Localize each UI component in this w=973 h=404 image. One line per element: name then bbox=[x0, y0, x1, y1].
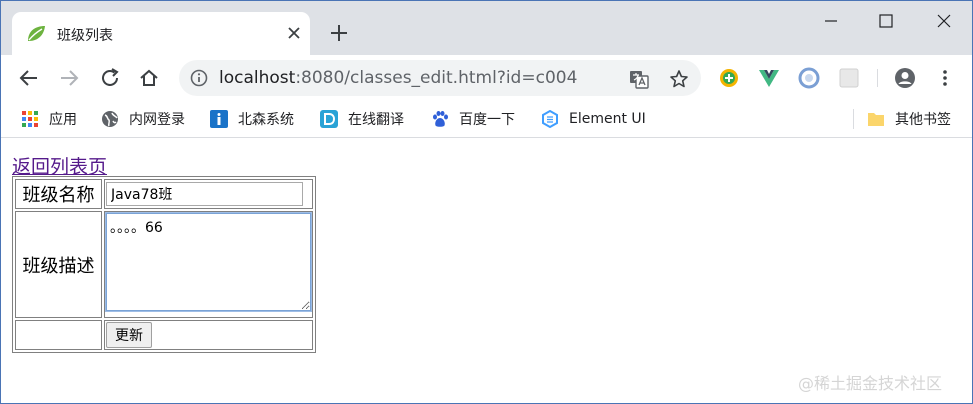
close-icon[interactable] bbox=[284, 23, 304, 43]
submit-cell: 更新 bbox=[104, 320, 313, 350]
profile-avatar-icon[interactable] bbox=[894, 67, 916, 89]
bookmark-label: 在线翻译 bbox=[348, 112, 404, 128]
bookmark-label: 百度一下 bbox=[459, 112, 515, 128]
bookmark-intranet-login[interactable]: 内网登录 bbox=[101, 108, 185, 130]
home-icon[interactable] bbox=[138, 67, 160, 89]
bookmark-label: 其他书签 bbox=[895, 112, 951, 128]
watermark: @稀土掘金技术社区 bbox=[798, 374, 943, 393]
bookmarks-divider bbox=[853, 109, 854, 129]
browser-tab[interactable]: 班级列表 bbox=[12, 12, 310, 55]
empty-cell bbox=[15, 320, 102, 350]
url-host: localhost bbox=[219, 68, 296, 88]
bookmark-online-translate[interactable]: 在线翻译 bbox=[320, 108, 404, 130]
paw-icon bbox=[433, 111, 448, 127]
bookmark-label: 内网登录 bbox=[129, 112, 185, 128]
back-arrow-icon[interactable] bbox=[18, 67, 40, 89]
bookmark-baidu[interactable]: 百度一下 bbox=[431, 108, 515, 130]
tab-strip: 班级列表 bbox=[1, 1, 972, 55]
browser-window: 班级列表 localhost:8080/classes_edit.html?id… bbox=[0, 0, 973, 404]
swirl-extension-icon[interactable] bbox=[798, 67, 820, 89]
class-name-label: 班级名称 bbox=[15, 179, 102, 209]
page-content: 返回列表页 班级名称 班级描述 。。。。66 更新 @稀土掘金技术社 bbox=[1, 138, 972, 403]
class-desc-textarea[interactable]: 。。。。66 bbox=[105, 212, 312, 312]
tab-title: 班级列表 bbox=[57, 28, 113, 44]
url-text: localhost:8080/classes_edit.html?id=c004 bbox=[219, 68, 577, 88]
translate-icon[interactable] bbox=[629, 69, 649, 89]
class-name-input[interactable] bbox=[106, 182, 303, 206]
spring-leaf-icon bbox=[28, 26, 45, 41]
update-button[interactable]: 更新 bbox=[106, 322, 152, 348]
form-row-desc: 班级描述 。。。。66 bbox=[15, 211, 313, 318]
url-path: :8080/classes_edit.html?id=c004 bbox=[295, 68, 578, 88]
bookmark-label: 北森系统 bbox=[238, 112, 294, 128]
new-tab-icon[interactable] bbox=[328, 22, 350, 44]
class-desc-label: 班级描述 bbox=[15, 211, 102, 318]
extension-plus-icon[interactable] bbox=[718, 67, 740, 89]
maximize-icon[interactable] bbox=[876, 11, 896, 31]
back-to-list-link[interactable]: 返回列表页 bbox=[12, 152, 107, 179]
folder-icon bbox=[868, 113, 884, 126]
toolbar-divider bbox=[877, 69, 878, 87]
bookmark-label: 应用 bbox=[49, 112, 77, 128]
menu-dots-icon[interactable] bbox=[934, 67, 956, 89]
bookmark-label: Element UI bbox=[569, 111, 646, 127]
puzzle-extension-icon[interactable] bbox=[838, 67, 860, 89]
reload-icon[interactable] bbox=[99, 67, 121, 89]
browser-toolbar: localhost:8080/classes_edit.html?id=c004 bbox=[1, 55, 972, 101]
apps-grid-icon bbox=[22, 111, 38, 127]
class-desc-cell: 。。。。66 bbox=[104, 211, 313, 318]
address-bar[interactable]: localhost:8080/classes_edit.html?id=c004 bbox=[179, 60, 701, 96]
forward-arrow-icon[interactable] bbox=[58, 67, 80, 89]
bookmarks-bar: 应用 内网登录 北森系统 在线翻译 百度一下 Element UI 其他书签 bbox=[1, 101, 972, 138]
bookmark-apps[interactable]: 应用 bbox=[21, 108, 77, 130]
form-row-name: 班级名称 bbox=[15, 179, 313, 209]
bookmark-beisen[interactable]: 北森系统 bbox=[210, 108, 294, 130]
bookmark-element-ui[interactable]: Element UI bbox=[541, 108, 646, 130]
star-icon[interactable] bbox=[669, 69, 689, 89]
class-name-cell bbox=[104, 179, 313, 209]
minimize-icon[interactable] bbox=[821, 11, 841, 31]
info-square-icon bbox=[210, 110, 228, 128]
element-hex-icon bbox=[542, 110, 558, 128]
window-close-icon[interactable] bbox=[934, 11, 954, 31]
info-icon[interactable] bbox=[190, 69, 208, 87]
d-square-icon bbox=[320, 110, 338, 128]
vue-devtools-icon[interactable] bbox=[758, 67, 780, 89]
class-edit-form: 班级名称 班级描述 。。。。66 更新 bbox=[12, 176, 316, 353]
globe-icon bbox=[102, 111, 118, 127]
form-row-submit: 更新 bbox=[15, 320, 313, 350]
bookmark-other[interactable]: 其他书签 bbox=[867, 108, 951, 130]
